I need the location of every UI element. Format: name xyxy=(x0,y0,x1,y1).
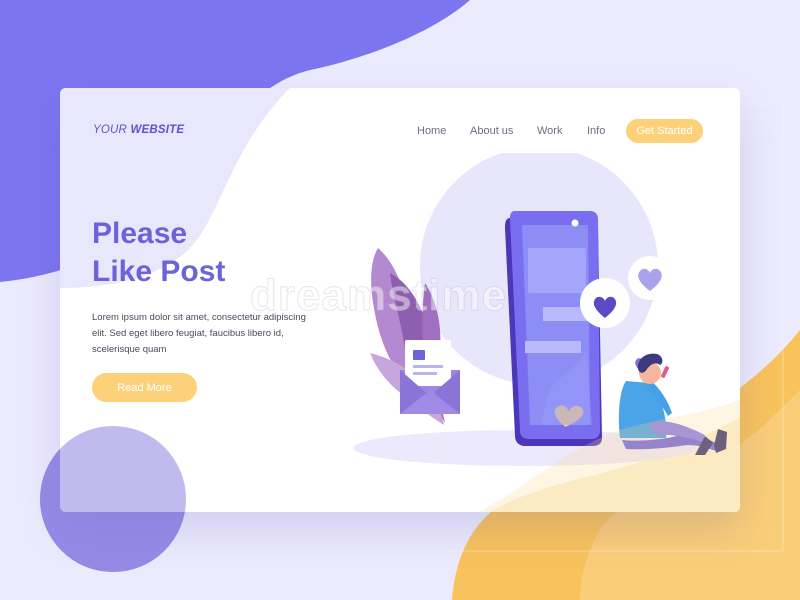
hero-title: Please Like Post xyxy=(92,215,225,291)
hero-title-line-2: Like Post xyxy=(92,255,226,288)
hero-title-line-1: Please xyxy=(92,217,188,250)
nav-info-link[interactable]: Info xyxy=(587,125,605,137)
read-more-button[interactable]: Read More xyxy=(92,373,197,402)
nav-work-link[interactable]: Work xyxy=(537,125,562,137)
nav-home-link[interactable]: Home xyxy=(417,125,446,137)
heart-icon xyxy=(628,256,672,300)
watermark-text: dreamstime xyxy=(249,271,508,321)
nav-about-link[interactable]: About us xyxy=(470,125,513,137)
envelope-icon xyxy=(400,340,460,414)
landing-card: YOUR WEBSITE Home About us Work Info Get… xyxy=(60,88,740,512)
phone-device-icon xyxy=(505,211,602,446)
heart-icon xyxy=(580,278,630,328)
get-started-button[interactable]: Get Started xyxy=(626,119,703,143)
